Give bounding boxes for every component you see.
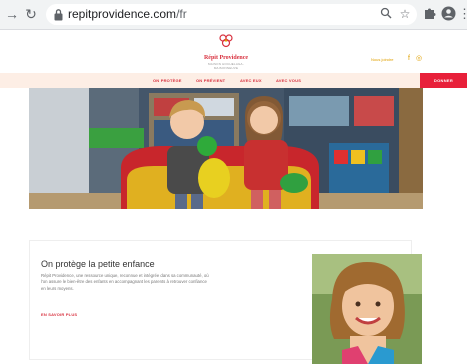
nav-item-avec-vous[interactable]: AVEC VOUS	[276, 78, 301, 83]
url-text: repitprovidence.com/fr	[68, 7, 187, 21]
logo-mark-icon	[219, 34, 233, 48]
site-logo[interactable]: Répit Providence MAISON HOCHELAGA-MAISON…	[196, 34, 256, 70]
address-bar[interactable]: repitprovidence.com/fr ☆	[46, 4, 417, 25]
logo-name: Répit Providence	[203, 55, 249, 61]
hero-image	[29, 88, 423, 209]
nav-item-on-protege[interactable]: ON PROTÈGE	[153, 78, 182, 83]
instagram-icon[interactable]: ◎	[416, 55, 422, 63]
reload-icon[interactable]: ↻	[23, 6, 39, 22]
card-text: Répit Providence, une ressource unique, …	[41, 273, 209, 291]
logo-tagline: MAISON HOCHELAGA-MAISONNEUVE	[208, 62, 244, 70]
lock-icon	[54, 9, 63, 21]
more-vert-icon[interactable]: ⋮	[458, 6, 467, 22]
back-arrow-icon[interactable]: →	[4, 6, 20, 22]
facebook-icon[interactable]: f	[408, 55, 410, 63]
account-icon[interactable]	[440, 6, 456, 22]
donate-button[interactable]: DONNER	[420, 73, 467, 88]
browser-toolbar: → ↻ repitprovidence.com/fr ☆ ⋮	[0, 0, 467, 30]
site-header: Répit Providence MAISON HOCHELAGA-MAISON…	[0, 30, 467, 72]
nav-item-on-previent[interactable]: ON PRÉVIENT	[196, 78, 225, 83]
main-nav: ON PROTÈGE ON PRÉVIENT AVEC EUX AVEC VOU…	[0, 73, 467, 88]
card-title: On protège la petite enfance	[41, 259, 155, 269]
contact-link[interactable]: Nous joindre	[371, 57, 393, 62]
search-icon[interactable]	[379, 7, 393, 21]
learn-more-link[interactable]: EN SAVOIR PLUS	[41, 312, 77, 317]
star-icon[interactable]: ☆	[398, 7, 412, 21]
puzzle-icon[interactable]	[422, 6, 438, 22]
nav-item-avec-eux[interactable]: AVEC EUX	[240, 78, 262, 83]
girl-photo	[312, 254, 422, 364]
